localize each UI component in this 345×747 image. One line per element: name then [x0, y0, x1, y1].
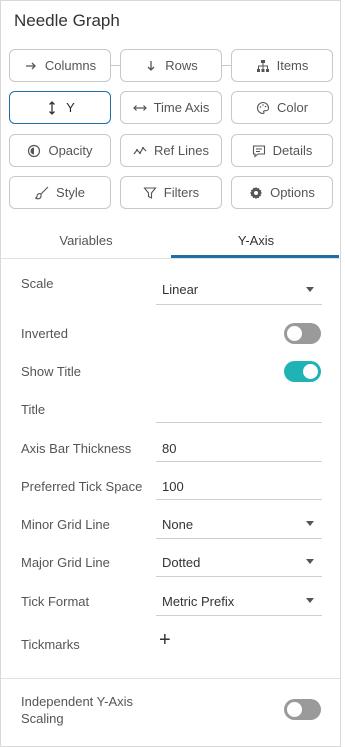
axis-bar-thickness-underline: [156, 461, 322, 462]
brush-icon: [35, 186, 49, 200]
inverted-label: Inverted: [21, 326, 68, 341]
arrow-down-icon: [144, 59, 158, 73]
color-label: Color: [276, 100, 309, 115]
opacity-icon: [27, 144, 41, 158]
chevron-down-icon[interactable]: [306, 598, 314, 603]
ref-lines-icon: [133, 144, 147, 158]
title-label: Title: [21, 402, 46, 417]
minor-grid-line-underline: [156, 538, 322, 539]
independent-scaling-label-line2: Scaling: [21, 711, 64, 726]
color-button[interactable]: Color: [231, 91, 333, 124]
opacity-button[interactable]: Opacity: [9, 134, 111, 167]
chat-icon: [252, 144, 266, 158]
preferred-tick-space-input[interactable]: 100: [162, 479, 184, 494]
divider: [1, 678, 340, 679]
axis-bar-thickness-label: Axis Bar Thickness: [21, 441, 132, 456]
details-button[interactable]: Details: [231, 134, 333, 167]
major-grid-line-select[interactable]: Dotted: [162, 555, 200, 570]
filters-button[interactable]: Filters: [120, 176, 222, 209]
independent-scaling-toggle[interactable]: [284, 699, 321, 720]
style-label: Style: [56, 185, 85, 200]
field-connector: [221, 65, 231, 66]
chevron-down-icon[interactable]: [306, 559, 314, 564]
y-button[interactable]: Y: [9, 91, 111, 124]
chevron-down-icon[interactable]: [306, 287, 314, 292]
tick-format-label: Tick Format: [21, 594, 90, 609]
rows-button[interactable]: Rows: [120, 49, 222, 82]
show-title-toggle[interactable]: [284, 361, 321, 382]
details-label: Details: [272, 143, 313, 158]
scale-label: Scale: [21, 276, 54, 291]
y-label: Y: [66, 100, 75, 115]
add-tickmark-button[interactable]: +: [159, 630, 171, 650]
chevron-down-icon[interactable]: [306, 521, 314, 526]
time-axis-label: Time Axis: [153, 100, 210, 115]
title-underline: [156, 422, 322, 423]
panel-title: Needle Graph: [14, 11, 120, 30]
minor-grid-line-select[interactable]: None: [162, 517, 193, 532]
show-title-label: Show Title: [21, 364, 81, 379]
independent-scaling-label-line1: Independent Y-Axis: [21, 694, 134, 709]
toggle-knob: [287, 702, 302, 717]
inverted-toggle[interactable]: [284, 323, 321, 344]
ref-lines-button[interactable]: Ref Lines: [120, 134, 222, 167]
palette-icon: [256, 101, 270, 115]
ref-lines-label: Ref Lines: [154, 143, 209, 158]
scale-select[interactable]: Linear: [162, 282, 198, 297]
toggle-knob: [287, 326, 302, 341]
time-axis-button[interactable]: Time Axis: [120, 91, 222, 124]
tick-format-select[interactable]: Metric Prefix: [162, 594, 234, 609]
opacity-label: Opacity: [48, 143, 93, 158]
tab-y-axis[interactable]: Y-Axis: [171, 222, 341, 258]
axis-bar-thickness-input[interactable]: 80: [162, 441, 176, 456]
rows-label: Rows: [165, 58, 198, 73]
toggle-knob: [303, 364, 318, 379]
vertical-arrows-icon: [45, 100, 59, 115]
gear-icon: [249, 186, 263, 200]
minor-grid-line-label: Minor Grid Line: [21, 517, 110, 532]
columns-label: Columns: [44, 58, 97, 73]
options-label: Options: [270, 185, 315, 200]
major-grid-line-label: Major Grid Line: [21, 555, 110, 570]
tab-bar: Variables Y-Axis: [1, 222, 340, 258]
style-button[interactable]: Style: [9, 176, 111, 209]
filters-label: Filters: [163, 185, 200, 200]
preferred-tick-space-underline: [156, 499, 322, 500]
tick-format-underline: [156, 615, 322, 616]
tickmarks-label: Tickmarks: [21, 637, 80, 652]
hierarchy-icon: [256, 59, 270, 73]
options-button[interactable]: Options: [231, 176, 333, 209]
divider: [1, 258, 340, 259]
columns-button[interactable]: Columns: [9, 49, 111, 82]
items-button[interactable]: Items: [231, 49, 333, 82]
major-grid-line-underline: [156, 576, 322, 577]
scale-underline: [156, 304, 322, 305]
horizontal-arrows-icon: [132, 101, 147, 115]
items-label: Items: [276, 58, 309, 73]
preferred-tick-space-label: Preferred Tick Space: [21, 479, 143, 494]
field-connector: [110, 65, 120, 66]
arrow-right-icon: [24, 59, 38, 73]
filter-icon: [143, 186, 157, 200]
tab-variables[interactable]: Variables: [1, 222, 171, 258]
